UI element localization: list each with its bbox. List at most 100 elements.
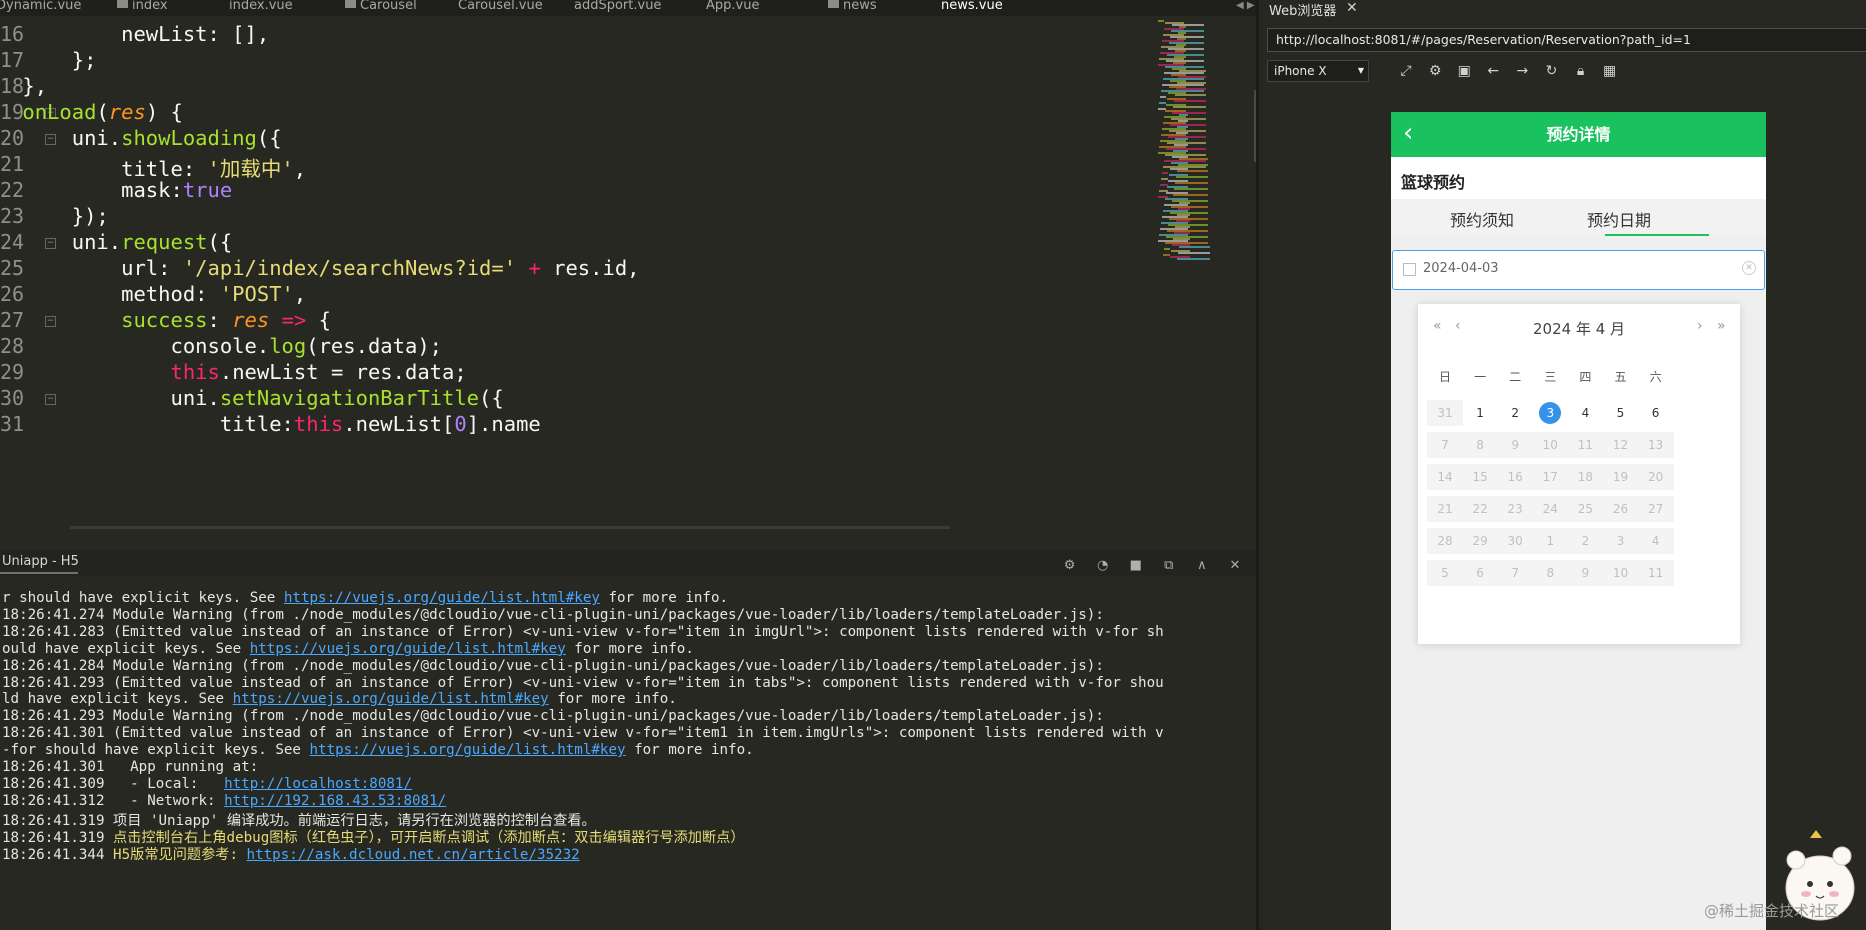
terminal-line: 18:26:41.284 Module Warning (from ./node… [2, 658, 1104, 674]
terminal-link[interactable]: https://vuejs.org/guide/list.html#key [310, 742, 626, 758]
next-month-icon[interactable]: › [1697, 318, 1703, 334]
date-picker-input[interactable]: 2024-04-03 ✕ [1392, 250, 1765, 290]
calendar-day[interactable]: 5 [1603, 400, 1639, 426]
code-line[interactable]: uni.showLoading({ [0, 126, 282, 150]
browser-tab[interactable]: Web浏览器 [1269, 0, 1336, 19]
clear-icon[interactable]: ✕ [1226, 558, 1244, 573]
refresh-icon[interactable]: ↻ [1539, 63, 1563, 79]
terminal-link[interactable]: https://vuejs.org/guide/list.html#key [284, 590, 600, 606]
calendar-day-selected[interactable]: 3 [1532, 400, 1568, 426]
next-year-icon[interactable]: » [1717, 318, 1726, 334]
code-line[interactable]: }; [0, 48, 97, 72]
minimap-line [1178, 252, 1210, 254]
calendar-day[interactable]: 4 [1567, 400, 1603, 426]
code-line[interactable]: console.log(res.data); [0, 334, 442, 358]
terminal-line: -for should have explicit keys. See http… [2, 742, 754, 758]
file-tab-label: Carousel [360, 0, 417, 13]
terminal-link[interactable]: https://vuejs.org/guide/list.html#key [233, 691, 549, 707]
calendar-day: 28 [1427, 528, 1463, 554]
file-tab[interactable]: Carousel [345, 0, 417, 16]
terminal-output[interactable]: r should have explicit keys. See https:/… [0, 590, 1256, 930]
file-tab[interactable]: addSport.vue [574, 0, 661, 16]
back-arrow-icon[interactable]: ← [1481, 63, 1505, 79]
url-bar[interactable]: http://localhost:8081/#/pages/Reservatio… [1267, 28, 1866, 52]
calendar-day[interactable]: 6 [1638, 400, 1674, 426]
calendar-day: 4 [1637, 528, 1674, 554]
calendar-day[interactable]: 2 [1497, 400, 1533, 426]
file-tab[interactable]: index.vue [229, 0, 293, 16]
terminal-text: 18:26:41.309 - Local: [2, 775, 225, 792]
code-line[interactable]: uni.setNavigationBarTitle({ [0, 386, 503, 410]
code-line[interactable]: success: res => { [0, 308, 331, 332]
file-tab[interactable]: news [828, 0, 877, 16]
tab-notice[interactable]: 预约须知 [1450, 207, 1514, 231]
code-line[interactable]: title:this.newList[0].name [0, 412, 541, 436]
calendar-day: 27 [1637, 496, 1674, 522]
minimap-line [1168, 48, 1204, 50]
calendar-icon [1403, 263, 1416, 276]
device-select[interactable]: iPhone X ▼ [1267, 60, 1369, 82]
minimap-line [1175, 182, 1208, 184]
debug-bug-icon[interactable]: ⚙ [1061, 558, 1079, 573]
calendar-day: 2 [1567, 528, 1604, 554]
file-tab[interactable]: Dynamic.vue [0, 0, 81, 16]
minimap[interactable] [1150, 16, 1260, 528]
close-icon[interactable]: ✕ [1346, 0, 1358, 16]
calendar-day: 29 [1462, 528, 1499, 554]
terminal-line: r should have explicit keys. See https:/… [2, 590, 728, 606]
code-token: uni. [170, 386, 220, 410]
code-line[interactable]: onLoad(res) { [0, 100, 182, 124]
file-tab[interactable]: index [117, 0, 168, 16]
file-tab[interactable]: App.vue [706, 0, 759, 16]
file-tab[interactable]: news.vue [941, 0, 1003, 16]
code-token: ].name [466, 412, 541, 436]
file-tab-label: index.vue [229, 0, 293, 13]
calendar-day: 9 [1567, 560, 1604, 586]
terminal-link[interactable]: http://localhost:8081/ [224, 776, 412, 792]
code-token: '/api/index/searchNews?id=' [182, 256, 517, 280]
url-text[interactable]: http://localhost:8081/#/pages/Reservatio… [1276, 32, 1691, 47]
page-title: 预约详情 [1546, 125, 1611, 144]
selected-day-circle[interactable]: 3 [1539, 402, 1562, 424]
file-tab-label: Carousel.vue [458, 0, 543, 13]
open-external-icon[interactable]: ⧉ [1160, 558, 1178, 573]
rotate-icon[interactable]: ⤢ [1394, 63, 1418, 79]
qrcode-icon[interactable]: ▦ [1598, 63, 1622, 79]
tab-scroll-arrows[interactable]: ◀ ▶ [1236, 0, 1255, 11]
code-line[interactable]: }); [0, 204, 109, 228]
code-line[interactable]: newList: [], [0, 22, 269, 46]
stop-icon[interactable]: ■ [1127, 558, 1145, 573]
code-line[interactable]: uni.request({ [0, 230, 232, 254]
terminal-link[interactable]: http://192.168.43.53:8081/ [224, 793, 446, 809]
code-line[interactable]: mask:true [0, 178, 232, 202]
chevron-up-icon[interactable]: ∧ [1193, 558, 1211, 573]
terminal-link[interactable]: https://ask.dcloud.net.cn/article/35232 [247, 847, 580, 863]
calendar-day[interactable]: 1 [1462, 400, 1498, 426]
forward-arrow-icon[interactable]: → [1510, 63, 1534, 79]
calendar-day: 19 [1602, 464, 1639, 490]
settings-icon[interactable]: ⚙ [1423, 63, 1447, 79]
devtools-icon[interactable]: ▣ [1452, 63, 1476, 79]
clear-icon[interactable]: ✕ [1742, 261, 1756, 275]
file-tab[interactable]: Carousel.vue [458, 0, 543, 16]
tab-date[interactable]: 预约日期 [1587, 207, 1651, 231]
terminal-text: -for should have explicit keys. See [2, 742, 310, 759]
code-token: .newList[ [343, 412, 455, 436]
code-line[interactable]: }, [0, 74, 47, 98]
code-token: (res.data); [306, 334, 443, 358]
file-tab-label: news [843, 0, 877, 13]
folder-icon [117, 0, 128, 8]
horizontal-scrollbar[interactable] [70, 526, 950, 529]
lock-icon[interactable]: 🔒︎ [1569, 63, 1593, 79]
auto-scroll-icon[interactable]: ◔ [1094, 558, 1112, 573]
minimap-line [1174, 188, 1208, 190]
date-value[interactable]: 2024-04-03 [1423, 261, 1499, 276]
terminal-text: for more info. [625, 742, 754, 759]
code-line[interactable]: method: 'POST', [0, 282, 306, 306]
code-line[interactable]: url: '/api/index/searchNews?id=' + res.i… [0, 256, 639, 280]
terminal-link[interactable]: https://vuejs.org/guide/list.html#key [250, 641, 566, 657]
code-line[interactable]: this.newList = res.data; [0, 360, 466, 384]
terminal-tab[interactable]: Uniapp - H5 [2, 554, 79, 569]
code-editor[interactable]: 16 17 18 19−20−21 22 23 24−25 26 27−28 29 30−31 ne… [0, 16, 1150, 528]
